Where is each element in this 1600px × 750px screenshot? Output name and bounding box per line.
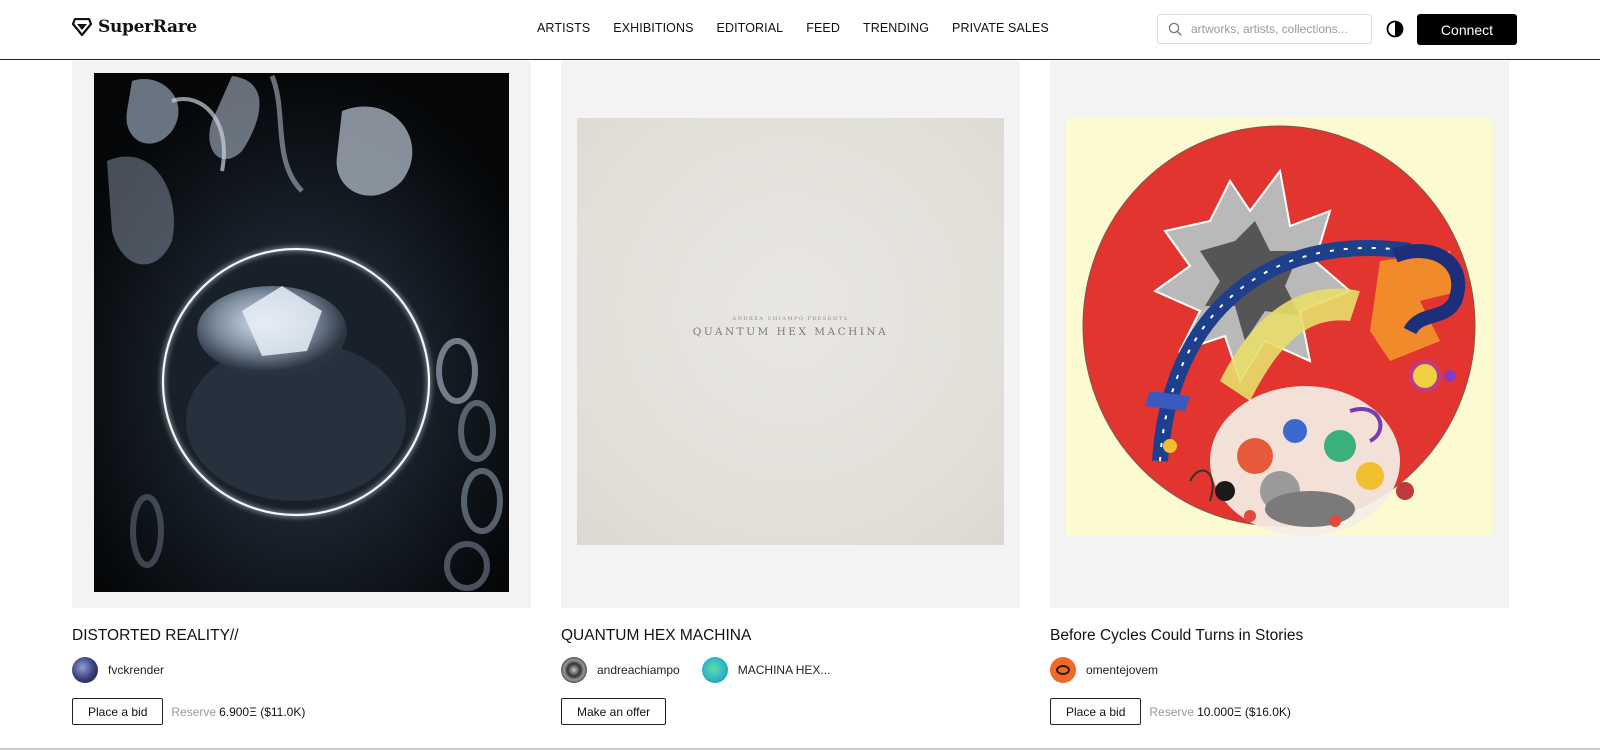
artist-link[interactable]: omentejovem bbox=[1050, 657, 1158, 683]
collection-avatar bbox=[701, 657, 728, 683]
avatar bbox=[72, 657, 98, 683]
artwork-image-frame[interactable] bbox=[72, 61, 531, 608]
reserve-value: 6.900Ξ ($11.0K) bbox=[219, 704, 306, 719]
nav-editorial[interactable]: EDITORIAL bbox=[717, 21, 784, 35]
make-offer-button[interactable]: Make an offer bbox=[561, 698, 667, 725]
artist-link[interactable]: fvckrender bbox=[72, 657, 164, 683]
artwork-image-frame[interactable] bbox=[1050, 61, 1509, 608]
reserve-price: Reserve 6.900Ξ ($11.0K) bbox=[171, 705, 305, 719]
top-navbar: SuperRare ARTISTS EXHIBITIONS EDITORIAL … bbox=[0, 0, 1600, 60]
artwork-image-frame[interactable]: ANDREA CHIAMPO PRESENTS QUANTUM HEX MACH… bbox=[561, 61, 1020, 608]
nav-feed[interactable]: FEED bbox=[806, 21, 840, 35]
artwork-card: Before Cycles Could Turns in Stories ome… bbox=[1050, 61, 1509, 725]
nav-artists[interactable]: ARTISTS bbox=[537, 21, 590, 35]
artist-link[interactable]: andreachiampo bbox=[561, 657, 680, 683]
place-bid-button[interactable]: Place a bid bbox=[1050, 698, 1142, 725]
artist-row: fvckrender bbox=[72, 657, 164, 683]
artwork-actions: Place a bid Reserve 6.900Ξ ($11.0K) bbox=[72, 698, 305, 725]
connect-button[interactable]: Connect bbox=[1417, 14, 1517, 45]
artist-row: omentejovem bbox=[1050, 657, 1158, 683]
logo-text: SuperRare bbox=[98, 17, 197, 37]
artwork-card: ANDREA CHIAMPO PRESENTS QUANTUM HEX MACH… bbox=[561, 61, 1020, 725]
artwork-card: DISTORTED REALITY// fvckrender Place a b… bbox=[72, 61, 531, 725]
artist-row: andreachiampo MACHINA HEX... bbox=[561, 657, 830, 683]
reserve-label: Reserve bbox=[1149, 704, 1195, 719]
artwork-image-quantum-hex-machina: ANDREA CHIAMPO PRESENTS QUANTUM HEX MACH… bbox=[577, 118, 1004, 545]
artist-name: fvckrender bbox=[108, 663, 165, 677]
nav-private-sales[interactable]: PRIVATE SALES bbox=[952, 21, 1049, 35]
art-caption-small: ANDREA CHIAMPO PRESENTS bbox=[732, 316, 849, 322]
search-icon bbox=[1168, 22, 1182, 36]
artist-name: omentejovem bbox=[1086, 663, 1159, 677]
nav-trending[interactable]: TRENDING bbox=[863, 21, 929, 35]
artist-name: andreachiampo bbox=[597, 663, 680, 677]
artwork-image-distorted-reality bbox=[94, 73, 509, 592]
avatar bbox=[1050, 657, 1076, 683]
search-input[interactable] bbox=[1191, 22, 1366, 36]
reserve-label: Reserve bbox=[171, 704, 217, 719]
search-box bbox=[1157, 14, 1372, 44]
nav-exhibitions[interactable]: EXHIBITIONS bbox=[613, 21, 693, 35]
artwork-actions: Place a bid Reserve 10.000Ξ ($16.0K) bbox=[1050, 698, 1291, 725]
artwork-title[interactable]: QUANTUM HEX MACHINA bbox=[561, 627, 751, 645]
logo[interactable]: SuperRare bbox=[72, 17, 197, 37]
collection-name: MACHINA HEX... bbox=[737, 663, 831, 677]
art-caption: QUANTUM HEX MACHINA bbox=[692, 326, 889, 338]
avatar bbox=[561, 657, 587, 683]
artwork-title[interactable]: DISTORTED REALITY// bbox=[72, 627, 239, 645]
theme-toggle-icon[interactable] bbox=[1386, 20, 1404, 38]
artwork-title[interactable]: Before Cycles Could Turns in Stories bbox=[1050, 627, 1303, 645]
artwork-actions: Make an offer bbox=[561, 698, 667, 725]
diamond-logo-icon bbox=[72, 18, 92, 36]
reserve-price: Reserve 10.000Ξ ($16.0K) bbox=[1149, 705, 1291, 719]
collection-link[interactable]: MACHINA HEX... bbox=[701, 657, 831, 683]
artwork-image-before-cycles bbox=[1066, 118, 1493, 536]
reserve-value: 10.000Ξ ($16.0K) bbox=[1197, 704, 1291, 719]
place-bid-button[interactable]: Place a bid bbox=[72, 698, 164, 725]
main-nav: ARTISTS EXHIBITIONS EDITORIAL FEED TREND… bbox=[537, 21, 1049, 35]
